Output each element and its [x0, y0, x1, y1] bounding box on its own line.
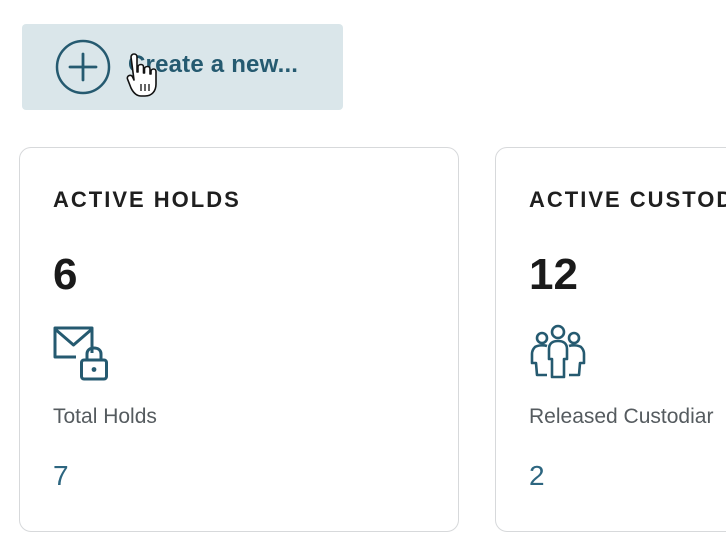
card-sub-label: Released Custodiar [529, 405, 714, 428]
card-title: ACTIVE HOLDS [53, 187, 241, 212]
card-count: 6 [53, 250, 78, 299]
card-count: 12 [529, 250, 578, 299]
create-new-button[interactable]: Create a new... [22, 24, 343, 110]
dashboard-page: Create a new... ACTIVE HOLDS 6 Total Hol… [0, 0, 726, 552]
card-sub-value-link[interactable]: 2 [529, 460, 545, 492]
active-custodians-card[interactable]: ACTIVE CUSTODI 12 Released Custodiar 2 [495, 147, 726, 532]
card-sub-label: Total Holds [53, 405, 157, 428]
card-sub-value-link[interactable]: 7 [53, 460, 69, 492]
active-holds-card[interactable]: ACTIVE HOLDS 6 Total Holds 7 [19, 147, 459, 532]
people-group-icon [530, 324, 586, 379]
plus-circle-icon [55, 39, 111, 95]
mail-lock-icon [53, 326, 108, 381]
create-new-label: Create a new... [128, 51, 299, 78]
card-title: ACTIVE CUSTODI [529, 187, 726, 212]
